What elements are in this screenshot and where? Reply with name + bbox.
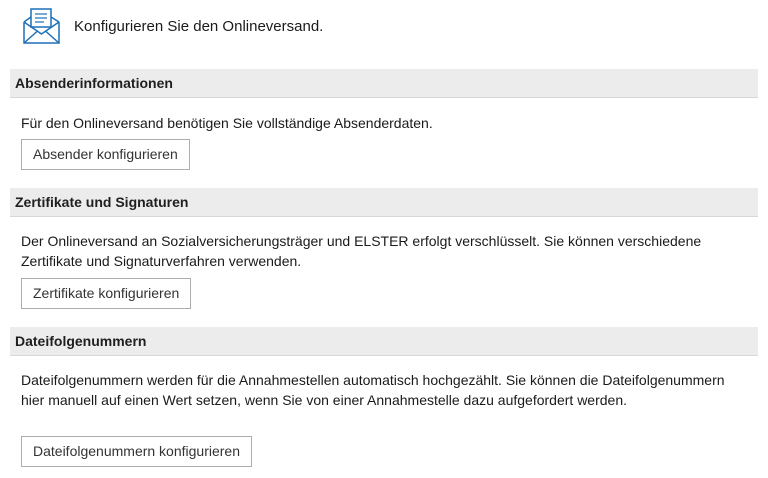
section-header-dateifolgenummern: Dateifolgenummern (10, 327, 758, 356)
zertifikate-konfigurieren-button[interactable]: Zertifikate konfigurieren (21, 278, 192, 309)
envelope-icon (23, 8, 60, 44)
section-header-absender: Absenderinformationen (10, 69, 758, 98)
section-text-zertifikate: Der Onlineversand an Sozialversicherungs… (21, 233, 702, 269)
page-title: Konfigurieren Sie den Onlineversand. (74, 17, 324, 35)
dateifolgenummern-konfigurieren-button[interactable]: Dateifolgenummern konfigurieren (21, 436, 252, 467)
absender-konfigurieren-button[interactable]: Absender konfigurieren (21, 139, 190, 170)
section-header-zertifikate: Zertifikate und Signaturen (10, 188, 758, 217)
section-text-dateifolgenummern: Dateifolgenummern werden für die Annahme… (21, 372, 725, 408)
section-text-absender: Für den Onlineversand benötigen Sie voll… (21, 115, 433, 131)
page-header: Konfigurieren Sie den Onlineversand. (22, 7, 323, 45)
